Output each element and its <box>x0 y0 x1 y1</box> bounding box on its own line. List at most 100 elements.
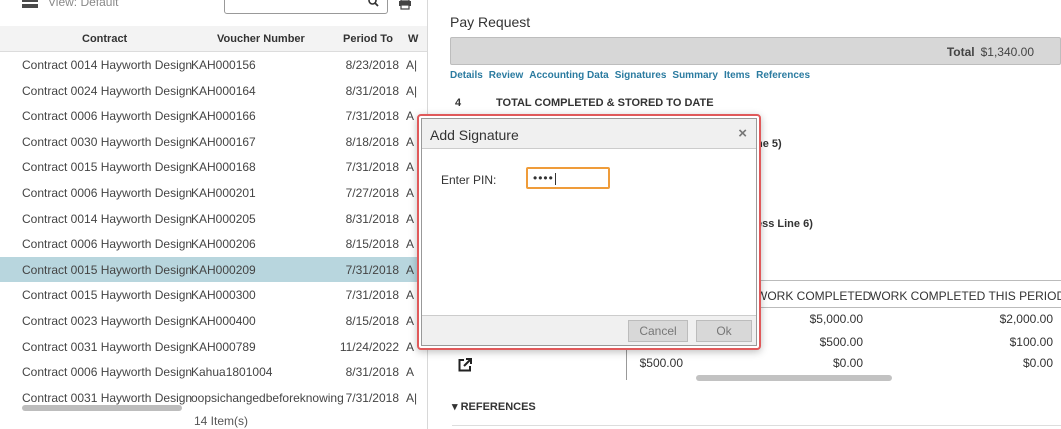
table-row[interactable]: Contract 0006 Hayworth Design Kahua180100… <box>0 359 427 385</box>
voucher-cell: KAH000164 <box>191 83 256 98</box>
app-root: View: Default Contract Voucher Number Pe… <box>0 0 1061 429</box>
voucher-cell: KAH000300 <box>191 288 256 303</box>
table-row[interactable]: Contract 0006 Hayworth Design KAH000166 7/… <box>0 103 427 129</box>
grid-cell: $500.00 <box>819 335 863 349</box>
table-row[interactable]: Contract 0023 Hayworth Design KAH000400 8/… <box>0 308 427 334</box>
tab-references[interactable]: References <box>756 70 810 81</box>
voucher-cell: KAH000206 <box>191 237 256 252</box>
voucher-cell: KAH000156 <box>191 58 256 72</box>
pin-label: Enter PIN: <box>441 173 497 187</box>
col-work-completed-this-period[interactable]: WORK COMPLETED THIS PERIOD <box>870 289 1061 303</box>
total-bar: Total $1,340.00 <box>450 37 1061 65</box>
grid-cell: $2,000.00 <box>999 312 1053 326</box>
w-cell: A <box>406 339 415 354</box>
period-cell: 8/15/2018 <box>345 313 399 328</box>
contract-cell: Contract 0031 Hayworth Design <box>22 339 193 354</box>
table-header: Contract Voucher Number Period To W <box>0 26 427 52</box>
table-row[interactable]: Contract 0015 Hayworth Design KAH000300 7/… <box>0 282 427 308</box>
contract-cell: Contract 0006 Hayworth Design <box>22 185 193 200</box>
col-work-completed[interactable]: WORK COMPLETED <box>756 289 871 303</box>
contract-cell: Contract 0024 Hayworth Design <box>22 83 193 98</box>
period-cell: 7/27/2018 <box>345 185 399 200</box>
period-cell: 8/18/2018 <box>345 134 399 149</box>
tab-accounting-data[interactable]: Accounting Data <box>529 70 608 81</box>
table-row[interactable]: Contract 0031 Hayworth Design KAH000789 11… <box>0 334 427 360</box>
references-section-toggle[interactable]: ▾ REFERENCES <box>452 400 536 413</box>
tab-items[interactable]: Items <box>724 70 750 81</box>
table-row[interactable]: Contract 0015 Hayworth Design KAH000209 7/… <box>0 256 427 283</box>
pin-input[interactable]: •••• <box>526 167 610 189</box>
dialog-title: Add Signature <box>430 127 519 143</box>
voucher-cell: Kahua1801004 <box>191 365 273 380</box>
grid-cell: $0.00 <box>832 356 863 370</box>
col-w[interactable]: W <box>408 33 418 45</box>
w-cell: A| <box>406 390 418 405</box>
table-row[interactable]: Contract 0014 Hayworth Design KAH000156 8/… <box>0 52 427 78</box>
section-number: 4 <box>455 97 462 109</box>
voucher-cell: KAH000201 <box>191 185 256 200</box>
contract-cell: Contract 0015 Hayworth Design <box>22 262 193 277</box>
grid-cell: $5,000.00 <box>809 312 863 326</box>
contract-cell: Contract 0014 Hayworth Design <box>22 58 193 72</box>
tab-signatures[interactable]: Signatures <box>615 70 667 81</box>
table-row[interactable]: Contract 0015 Hayworth Design KAH000168 7/… <box>0 154 427 180</box>
search-icon[interactable] <box>368 0 379 10</box>
period-cell: 8/31/2018 <box>345 365 399 380</box>
table-row[interactable]: Contract 0006 Hayworth Design KAH000206 8/… <box>0 231 427 257</box>
grid-cell: $100.00 <box>1009 335 1053 349</box>
period-cell: 8/23/2018 <box>345 58 399 72</box>
w-cell: A| <box>406 58 418 72</box>
voucher-cell: KAH000209 <box>191 262 256 277</box>
ok-button[interactable]: Ok <box>696 320 752 342</box>
table-row[interactable]: Contract 0024 Hayworth Design KAH000164 8/… <box>0 78 427 104</box>
period-cell: 8/15/2018 <box>345 237 399 252</box>
grid-cell: $500.00 <box>639 356 683 370</box>
contract-cell: Contract 0015 Hayworth Design <box>22 160 193 175</box>
table-body: Contract 0014 Hayworth Design KAH000156 8/… <box>0 52 427 410</box>
search-input[interactable] <box>224 0 388 14</box>
table-row[interactable]: Contract 0014 Hayworth Design KAH000205 8/… <box>0 206 427 232</box>
w-cell: A <box>406 313 415 328</box>
period-cell: 7/31/2018 <box>345 390 399 405</box>
tab-details[interactable]: Details <box>450 70 483 81</box>
period-cell: 8/31/2018 <box>345 83 399 98</box>
contract-cell: Contract 0006 Hayworth Design <box>22 109 193 124</box>
voucher-cell: KAH000167 <box>191 134 256 149</box>
col-voucher-number[interactable]: Voucher Number <box>217 33 305 45</box>
contract-cell: Contract 0015 Hayworth Design <box>22 288 193 303</box>
w-cell: A <box>406 237 415 252</box>
divider <box>452 425 1061 426</box>
period-cell: 7/31/2018 <box>345 160 399 175</box>
page-title: Pay Request <box>450 14 531 30</box>
cancel-button[interactable]: Cancel <box>628 320 688 342</box>
list-toolbar: View: Default <box>0 0 427 18</box>
w-cell: A <box>406 262 415 277</box>
tab-summary[interactable]: Summary <box>672 70 718 81</box>
grid-cell: $0.00 <box>1022 356 1053 370</box>
external-link-icon[interactable] <box>458 358 472 372</box>
col-period-to[interactable]: Period To <box>343 33 393 45</box>
table-row[interactable]: Contract 0006 Hayworth Design KAH000201 7/… <box>0 180 427 206</box>
total-display: Total $1,340.00 <box>947 45 1034 59</box>
close-icon[interactable]: × <box>738 125 747 142</box>
table-row[interactable]: Contract 0030 Hayworth Design KAH000167 8/… <box>0 129 427 155</box>
print-icon[interactable] <box>398 0 412 10</box>
section-heading: TOTAL COMPLETED & STORED TO DATE <box>496 97 714 109</box>
horizontal-scrollbar[interactable] <box>22 405 182 411</box>
voucher-cell: KAH000789 <box>191 339 256 354</box>
grid-scrollbar[interactable] <box>696 375 892 381</box>
w-cell: A <box>406 185 415 200</box>
total-label: Total <box>946 45 975 59</box>
w-cell: A <box>406 288 415 303</box>
view-selector[interactable]: View: Default <box>48 0 118 9</box>
period-cell: 7/31/2018 <box>345 288 399 303</box>
col-contract[interactable]: Contract <box>82 33 127 45</box>
menu-icon[interactable] <box>22 0 38 8</box>
contract-cell: Contract 0006 Hayworth Design <box>22 365 193 380</box>
text-caret <box>554 172 556 185</box>
voucher-cell: KAH000168 <box>191 160 256 175</box>
contract-cell: Contract 0006 Hayworth Design <box>22 237 193 252</box>
tab-review[interactable]: Review <box>489 70 523 81</box>
pin-value: •••• <box>533 171 554 185</box>
contract-cell: Contract 0031 Hayworth Design <box>22 390 193 405</box>
